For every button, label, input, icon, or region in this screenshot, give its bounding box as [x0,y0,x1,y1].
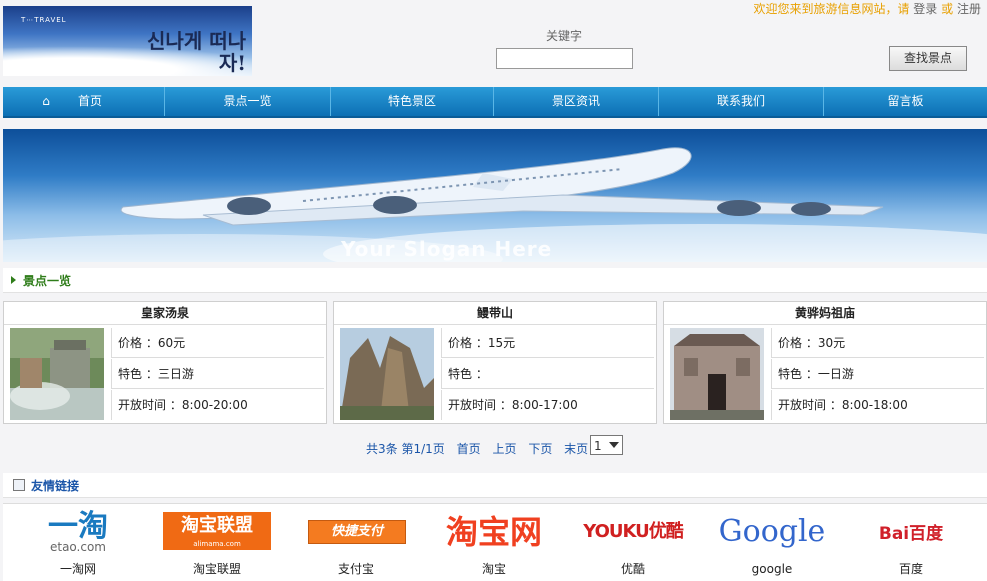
spot-price: 价格 ：60元 [111,328,324,358]
spot-feature: 特色 ：一日游 [771,359,984,389]
link-caption: 淘宝联盟 [192,562,241,576]
link-caption: 淘宝 [481,562,506,576]
pager-next-link[interactable]: 下页 [528,442,552,456]
alimama-logo: 淘宝联盟 alimama.com [163,512,271,550]
nav-featured[interactable]: 特色景区 [331,87,494,116]
search-spot-button[interactable]: 查找景点 [889,46,967,71]
taobao-logo: 淘宝网 [445,513,542,551]
google-logo: Google [718,514,826,549]
link-etao[interactable]: 一淘 etao.com 一淘网 [18,504,138,581]
link-baidu[interactable]: Bai百度 百度 [858,504,964,581]
section-scenic-header: 景点一览 [3,268,987,293]
arrow-right-icon [11,276,16,284]
spot-hours: 开放时间 ：8:00-17:00 [441,390,654,420]
link-alipay[interactable]: 快捷支付 支付宝 [308,504,406,581]
section-links-header: 友情链接 [3,473,987,498]
page-select[interactable]: 1 [590,435,623,455]
link-alimama[interactable]: 淘宝联盟 alimama.com 淘宝联盟 [163,504,271,581]
nav-news[interactable]: 景区资讯 [494,87,659,116]
baidu-logo: Bai百度 [878,524,944,544]
site-logo[interactable]: T⋯TRAVEL 신나게 떠나자! [3,6,252,76]
spot-photo-mountain[interactable] [340,328,434,420]
spot-price: 价格 ：30元 [771,328,984,358]
pager-prev-link[interactable]: 上页 [492,442,516,456]
chevron-down-icon [609,442,619,448]
spot-photo-hot-spring[interactable] [10,328,104,420]
pagination: 共3条 第1/1页 首页 上页 下页 末页 [366,440,596,457]
pager-first-link[interactable]: 首页 [457,442,481,456]
banner-slogan: Your Slogan Here [341,237,553,261]
link-google[interactable]: Google google [715,504,829,581]
welcome-bar: 欢迎您来到旅游信息网站，请 登录 或 注册 [753,0,981,17]
nav-home-label: 首页 [78,94,103,108]
etao-logo: 一淘 etao.com [48,509,108,554]
login-link[interactable]: 登录 [913,2,937,16]
spot-card[interactable]: 黄骅妈祖庙 价格 ：30元 特色 ：一日游 开放时间 ：8:00-18:00 [663,301,987,424]
section-links-title: 友情链接 [31,479,80,493]
link-taobao[interactable]: 淘宝网 淘宝 [438,504,550,581]
home-icon: ⌂ [42,94,50,108]
spot-name[interactable]: 鳗带山 [334,302,656,325]
spot-hours: 开放时间 ：8:00-18:00 [771,390,984,420]
nav-guestbook[interactable]: 留言板 [824,87,987,116]
nav-contact[interactable]: 联系我们 [659,87,824,116]
main-nav: ⌂ 首页 景点一览 特色景区 景区资讯 联系我们 留言板 [3,87,987,118]
link-caption: 百度 [898,562,923,576]
section-scenic-title: 景点一览 [23,274,72,288]
pager-total: 共3条 [366,442,398,456]
link-caption: 一淘网 [59,562,96,576]
pager-page-info: 第1/1页 [401,442,445,456]
link-caption: 优酷 [620,562,645,576]
keyword-input[interactable] [496,48,633,69]
spot-card[interactable]: 皇家汤泉 价格 ：60元 特色 ：三日游 开放时间 ：8:00-20:00 [3,301,327,424]
spot-name[interactable]: 皇家汤泉 [4,302,326,325]
register-link[interactable]: 注册 [957,2,981,16]
nav-home[interactable]: ⌂ 首页 [3,87,165,116]
spot-photo-temple[interactable] [670,328,764,420]
logo-brand: T⋯TRAVEL [21,16,67,24]
alipay-logo: 快捷支付 [308,520,406,544]
spot-hours: 开放时间 ：8:00-20:00 [111,390,324,420]
spot-card[interactable]: 鳗带山 价格 ：15元 特色 ： 开放时间 ：8:00-17:00 [333,301,657,424]
youku-logo: YOUKU优酷 [583,521,684,542]
spot-name[interactable]: 黄骅妈祖庙 [664,302,986,325]
image-icon [13,479,25,491]
link-caption: google [751,562,793,576]
link-youku[interactable]: YOUKU优酷 优酷 [581,504,685,581]
or-text: 或 [941,2,954,16]
welcome-text: 欢迎您来到旅游信息网站，请 [753,2,910,16]
keyword-label: 关键字 [546,29,583,43]
link-caption: 支付宝 [337,562,374,576]
page-select-value: 1 [594,439,602,453]
pager-last-link[interactable]: 末页 [564,442,588,456]
friend-links: 一淘 etao.com 一淘网 淘宝联盟 alimama.com 淘宝联盟 快捷… [3,503,987,581]
hero-banner: Your Slogan Here [3,129,987,262]
logo-script: 신나게 떠나자! [147,29,246,75]
nav-spots[interactable]: 景点一览 [165,87,331,116]
spot-feature: 特色 ： [441,359,654,389]
spot-feature: 特色 ：三日游 [111,359,324,389]
spot-price: 价格 ：15元 [441,328,654,358]
